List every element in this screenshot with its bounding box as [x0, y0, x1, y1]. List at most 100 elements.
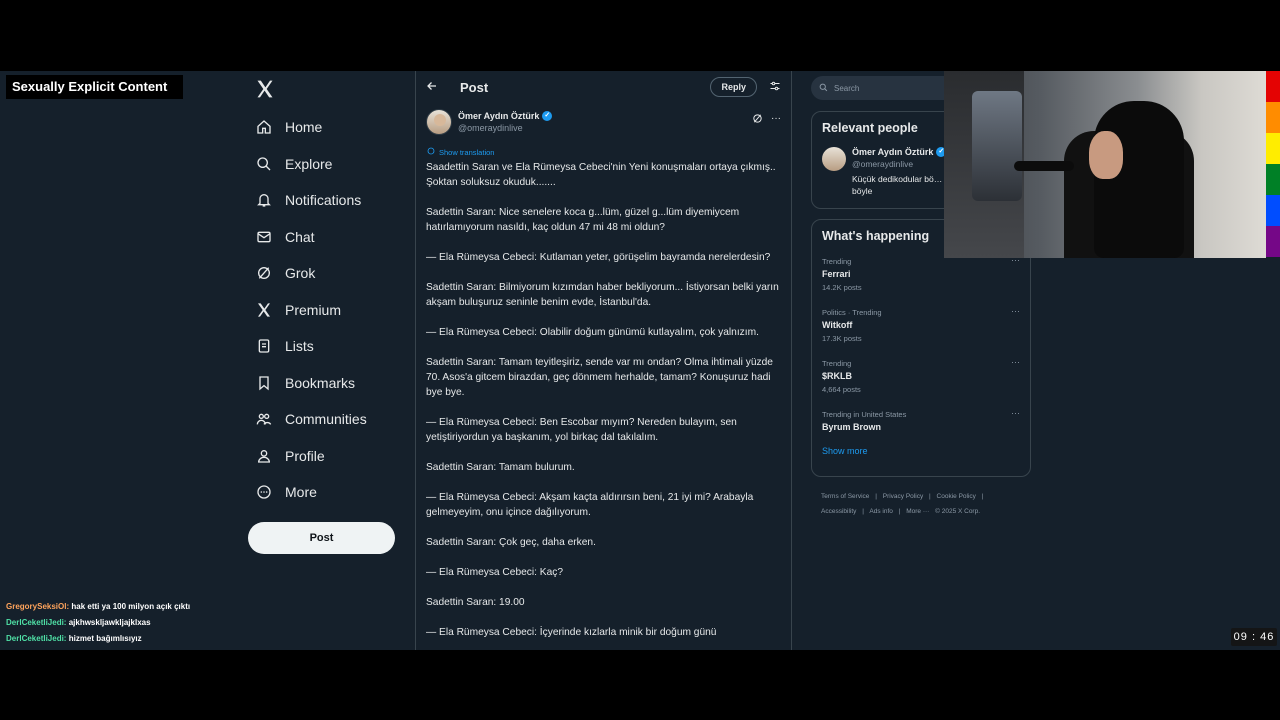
- nav-item-bookmarks[interactable]: Bookmarks: [250, 365, 410, 402]
- author-handle[interactable]: @omeraydinlive: [458, 123, 552, 133]
- grok-icon: [255, 264, 273, 282]
- post-text: Saadettin Saran ve Ela Rümeysa Cebeci'ni…: [426, 160, 786, 650]
- chat-username: GregorySeksiOl:: [6, 602, 70, 611]
- nav-item-communities[interactable]: Communities: [250, 401, 410, 438]
- webcam-background: [972, 91, 1022, 201]
- trend-item[interactable]: Trending Ferrari 14.2K posts ···: [812, 251, 1030, 302]
- avatar[interactable]: [822, 147, 846, 171]
- rainbow-stripe: [1266, 71, 1280, 102]
- nav-item-premium[interactable]: Premium: [250, 292, 410, 329]
- post-paragraph: — Ela Rümeysa Cebeci: Kutlaman yeter, gö…: [426, 252, 771, 263]
- rainbow-stripe: [1266, 195, 1280, 226]
- chat-line-faded: [6, 583, 246, 599]
- nav-label: Chat: [285, 228, 315, 245]
- nav-label: Home: [285, 119, 323, 136]
- nav-label: Notifications: [285, 192, 362, 209]
- trend-count: 17.3K posts: [822, 334, 862, 343]
- nav-item-notifications[interactable]: Notifications: [250, 182, 410, 219]
- search-icon: [819, 83, 828, 94]
- footer-link[interactable]: Ads info: [869, 508, 893, 515]
- trend-meta: Trending: [822, 359, 852, 368]
- nav-label: Communities: [285, 411, 367, 428]
- footer-separator: |: [862, 508, 864, 515]
- content-warning-label: Sexually Explicit Content: [6, 75, 183, 99]
- author-name[interactable]: Ömer Aydın Öztürk: [458, 111, 539, 121]
- footer-separator: |: [875, 493, 877, 500]
- x-logo-icon[interactable]: [255, 79, 275, 99]
- nav-label: More: [285, 484, 317, 501]
- post-paragraph: Sadettin Saran: Bilmiyorum kızımdan habe…: [426, 282, 779, 308]
- trend-item[interactable]: Trending $RKLB 4,664 posts ···: [812, 353, 1030, 404]
- rainbow-bar: [1266, 71, 1280, 257]
- post-paragraph: — Ela Rümeysa Cebeci: Akşam kaçta aldırı…: [426, 492, 754, 518]
- more-options-icon[interactable]: ···: [1011, 357, 1020, 367]
- nav-label: Profile: [285, 447, 325, 464]
- footer-links: Terms of Service | Privacy Policy | Cook…: [821, 489, 1021, 519]
- adjust-icon[interactable]: [769, 80, 781, 95]
- chat-line: GregorySeksiOl: hak etti ya 100 milyon a…: [6, 599, 246, 615]
- translate-icon: [427, 147, 435, 157]
- footer-link[interactable]: More ···: [906, 508, 929, 515]
- post-paragraph: — Ela Rümeysa Cebeci: Ben Escobar mıyım?…: [426, 417, 737, 443]
- verified-badge-icon: ✓: [542, 111, 553, 121]
- post-paragraph: Sadettin Saran: Tamam bulurum.: [426, 462, 575, 473]
- nav-item-home[interactable]: Home: [250, 109, 410, 146]
- post-paragraph: — Ela Rümeysa Cebeci: Kaç?: [426, 567, 564, 578]
- rainbow-stripe: [1266, 226, 1280, 257]
- nav-item-more[interactable]: More: [250, 474, 410, 511]
- nav-item-profile[interactable]: Profile: [250, 438, 410, 475]
- trend-item[interactable]: Trending in United States Byrum Brown ··…: [812, 404, 1030, 440]
- copyright: © 2025 X Corp.: [935, 508, 981, 515]
- post-paragraph: — Ela Rümeysa Cebeci: Olabilir doğum gün…: [426, 327, 759, 338]
- post-paragraph: Sadettin Saran: Nice senelere koca g...l…: [426, 207, 740, 233]
- footer-separator: |: [929, 493, 931, 500]
- show-more-link[interactable]: Show more: [812, 440, 1030, 456]
- footer-link[interactable]: Terms of Service: [821, 493, 869, 500]
- post-author[interactable]: Ömer Aydın Öztürk ✓ @omeraydinlive: [426, 109, 553, 135]
- bookmark-icon: [255, 374, 273, 392]
- more-options-icon[interactable]: ···: [771, 113, 781, 127]
- footer-link[interactable]: Cookie Policy: [937, 493, 976, 500]
- avatar[interactable]: [426, 109, 452, 135]
- post-paragraph: Sadettin Saran: Tamam teyitleşiriz, send…: [426, 357, 773, 398]
- list-icon: [255, 337, 273, 355]
- microphone-icon: [1014, 161, 1074, 171]
- person-icon: [255, 447, 273, 465]
- show-translation-label: Show translation: [439, 147, 495, 157]
- chat-message: ajkhwskljawkljajklxas: [68, 618, 151, 627]
- reply-button[interactable]: Reply: [710, 77, 757, 97]
- grok-icon[interactable]: [752, 113, 763, 127]
- footer-link[interactable]: Privacy Policy: [883, 493, 923, 500]
- search-placeholder: Search: [834, 83, 860, 93]
- nav-item-lists[interactable]: Lists: [250, 328, 410, 365]
- show-translation-link[interactable]: Show translation: [427, 147, 494, 157]
- nav-item-chat[interactable]: Chat: [250, 219, 410, 256]
- people-icon: [255, 410, 273, 428]
- mail-icon: [255, 228, 273, 246]
- more-options-icon[interactable]: ···: [1011, 408, 1020, 418]
- nav-label: Grok: [285, 265, 316, 282]
- trend-item[interactable]: Politics · Trending Witkoff 17.3K posts …: [812, 302, 1030, 353]
- trend-count: 14.2K posts: [822, 283, 862, 292]
- trend-topic: Witkoff: [822, 320, 853, 330]
- nav-item-grok[interactable]: Grok: [250, 255, 410, 292]
- chat-message: hizmet bağımlısıyız: [68, 634, 142, 643]
- more-circle-icon: [255, 483, 273, 501]
- trend-count: 4,664 posts: [822, 385, 861, 394]
- post-detail-column: Post Reply Ömer Aydın Öztürk ✓ @omeraydi…: [415, 71, 792, 650]
- nav-label: Explore: [285, 155, 333, 172]
- search-icon: [255, 155, 273, 173]
- more-options-icon[interactable]: ···: [1011, 306, 1020, 316]
- post-paragraph: Sadettin Saran: 19.00: [426, 597, 525, 608]
- nav-item-explore[interactable]: Explore: [250, 146, 410, 183]
- webcam-face: [1089, 131, 1123, 179]
- trend-meta: Trending in United States: [822, 410, 907, 419]
- post-paragraph: Saadettin Saran ve Ela Rümeysa Cebeci'ni…: [426, 162, 776, 188]
- post-actions: ···: [752, 113, 781, 127]
- footer-link[interactable]: Accessibility: [821, 508, 856, 515]
- footer-separator: |: [981, 493, 984, 500]
- person-name[interactable]: Ömer Aydın Öztürk: [852, 147, 933, 157]
- post-paragraph: — Ela Rümeysa Cebeci: İçyerinde kızlarla…: [426, 627, 717, 638]
- back-arrow-icon[interactable]: [426, 80, 452, 95]
- post-button[interactable]: Post: [248, 522, 395, 554]
